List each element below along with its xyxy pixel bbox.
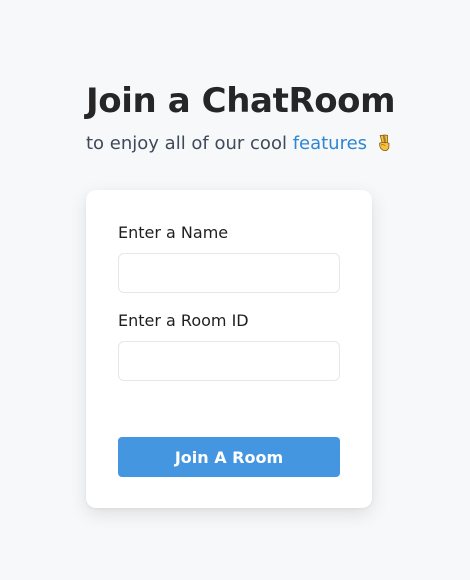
join-room-card: Enter a Name Enter a Room ID Join A Room	[86, 190, 372, 508]
features-link[interactable]: features	[293, 133, 367, 154]
room-id-label: Enter a Room ID	[118, 311, 249, 330]
join-room-button[interactable]: Join A Room	[118, 437, 340, 477]
room-id-input[interactable]	[118, 341, 340, 381]
name-input[interactable]	[118, 253, 340, 293]
page-title: Join a ChatRoom	[86, 81, 396, 121]
page-subtitle: to enjoy all of our cool features	[86, 132, 390, 156]
page-header: Join a ChatRoom to enjoy all of our cool…	[86, 78, 396, 156]
victory-hand-icon	[375, 134, 393, 152]
name-label: Enter a Name	[118, 223, 229, 242]
subtitle-text: to enjoy all of our cool	[86, 133, 293, 154]
